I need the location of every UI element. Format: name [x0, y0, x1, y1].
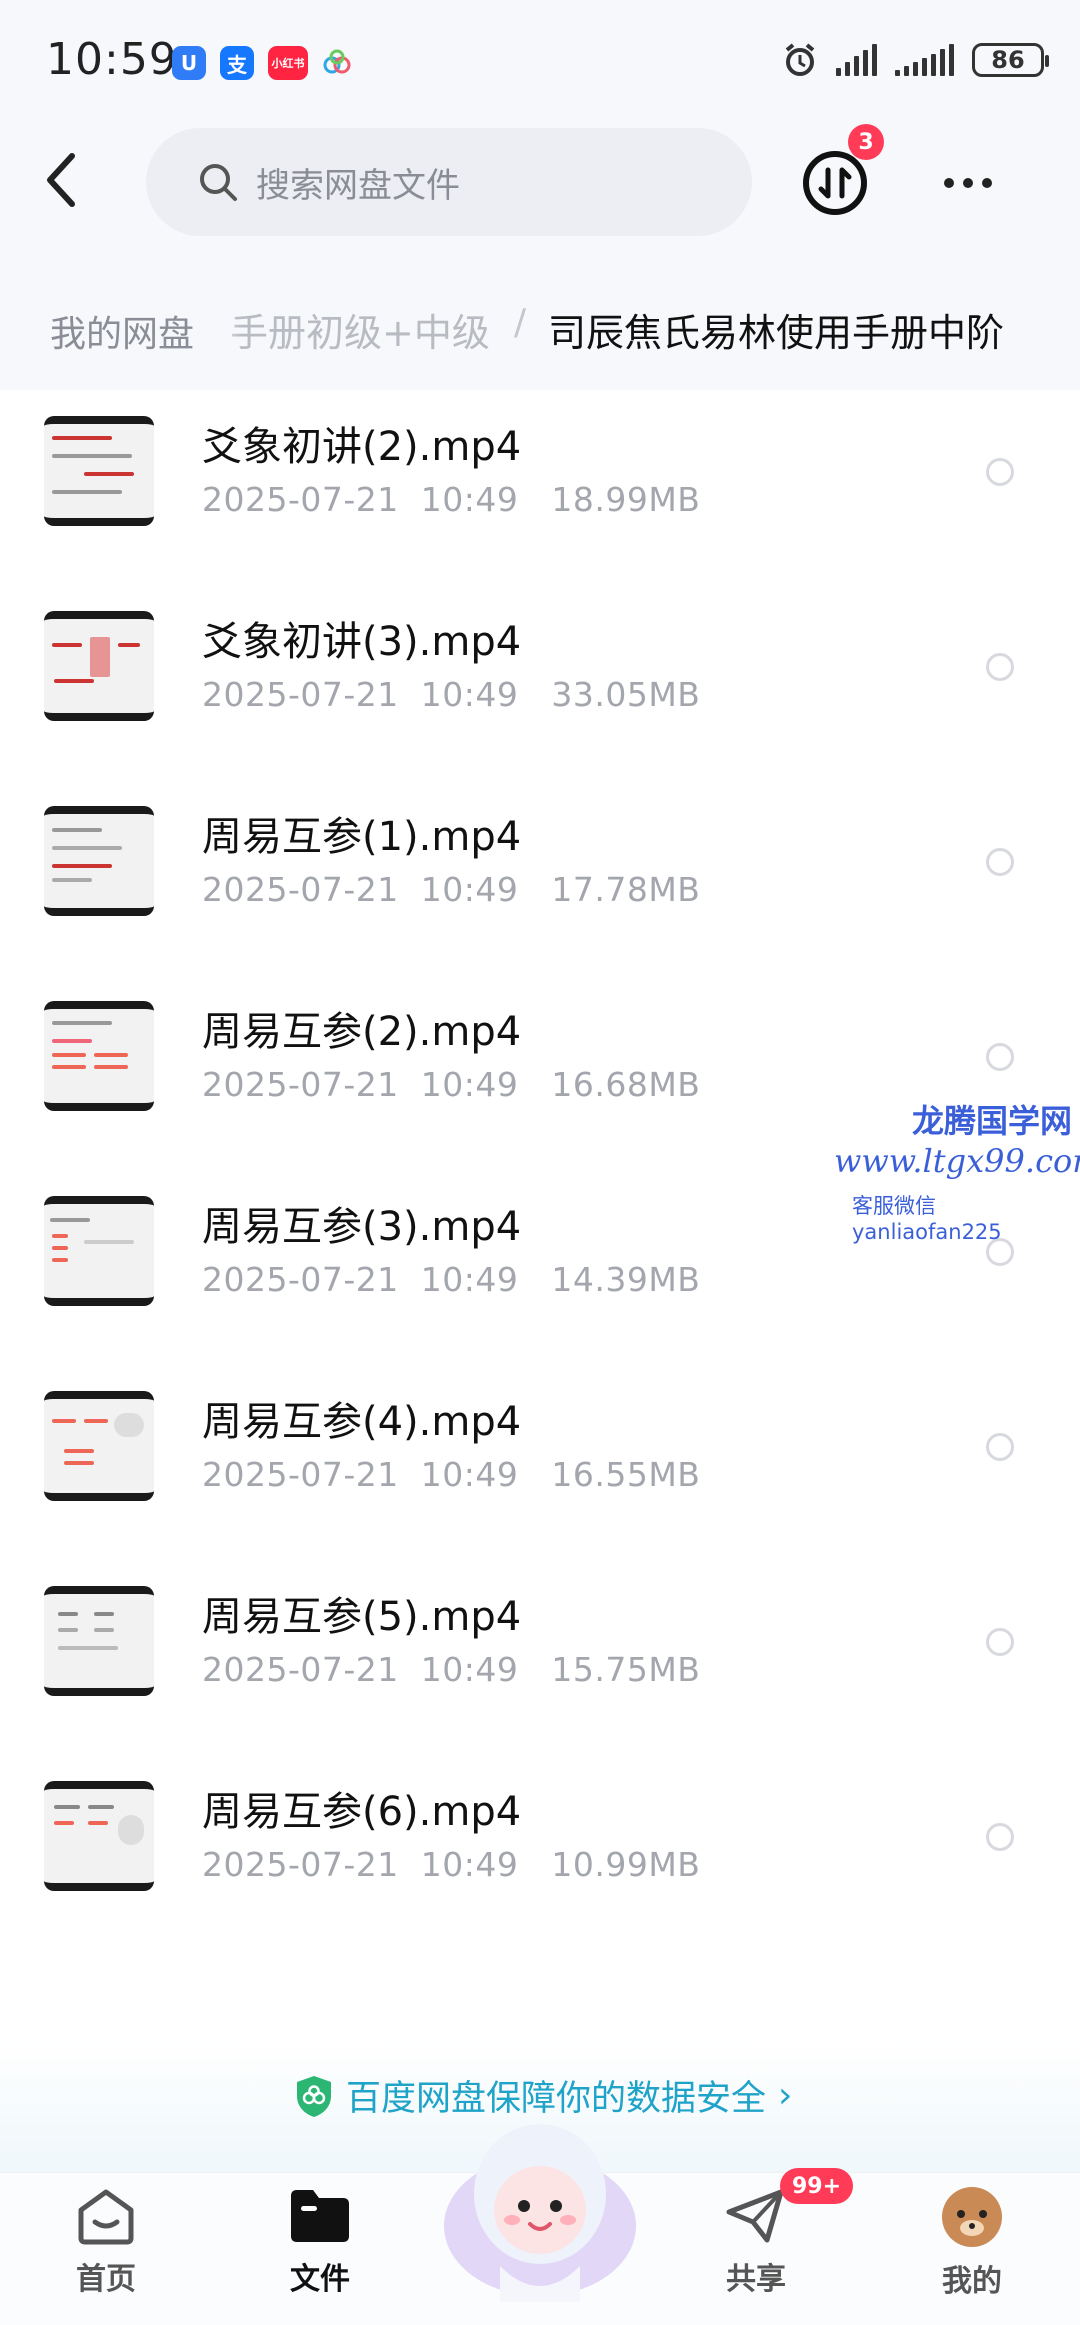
video-thumbnail [44, 416, 154, 526]
nav-home-label: 首页 [76, 2262, 136, 2297]
baidu-netdisk-status-icon [322, 48, 352, 78]
search-placeholder: 搜索网盘文件 [256, 165, 460, 206]
nav-files-label: 文件 [290, 2262, 350, 2297]
transfer-badge: 3 [848, 124, 884, 160]
nav-share-label: 共享 [726, 2262, 786, 2297]
send-icon [726, 2189, 784, 2243]
file-name: 周易互参(4).mp4 [202, 1399, 522, 1445]
signal-icon [836, 44, 877, 76]
video-thumbnail [44, 1196, 154, 1306]
file-meta: 2025-07-21 10:49 16.55MB [202, 1455, 701, 1494]
file-meta: 2025-07-21 10:49 14.39MB [202, 1260, 701, 1299]
nav-mine-label: 我的 [942, 2264, 1002, 2299]
nav-mine[interactable]: 我的 [912, 2186, 1032, 2300]
file-meta: 2025-07-21 10:49 33.05MB [202, 675, 701, 714]
watermark-contact: 客服微信 yanliaofan225 [852, 1194, 1002, 1244]
alipay-icon: 支 [220, 46, 254, 80]
file-row[interactable]: 周易互参(6).mp4 2025-07-21 10:49 10.99MB [0, 1759, 1080, 1954]
select-radio[interactable] [986, 848, 1014, 876]
home-icon [78, 2189, 134, 2245]
select-radio[interactable] [986, 653, 1014, 681]
search-bar[interactable]: 搜索网盘文件 [146, 128, 752, 236]
select-radio[interactable] [986, 1823, 1014, 1851]
file-name: 周易互参(6).mp4 [202, 1789, 522, 1835]
more-button[interactable] [944, 178, 992, 188]
file-meta: 2025-07-21 10:49 10.99MB [202, 1845, 701, 1884]
file-row[interactable]: 爻象初讲(2).mp4 2025-07-21 10:49 18.99MB [0, 394, 1080, 589]
folder-icon [291, 2190, 349, 2242]
file-name: 爻象初讲(2).mp4 [202, 424, 522, 470]
chevron-right-icon: › [778, 2075, 793, 2116]
status-time: 10:59 [46, 34, 178, 85]
signal-icon-2 [895, 44, 954, 76]
file-row[interactable]: 爻象初讲(3).mp4 2025-07-21 10:49 33.05MB [0, 589, 1080, 784]
watermark-title: 龙腾国学网 [912, 1102, 1073, 1140]
breadcrumb-middle[interactable]: 手册初级+中级 [230, 302, 490, 357]
file-meta: 2025-07-21 10:49 15.75MB [202, 1650, 701, 1689]
share-badge: 99+ [780, 2168, 854, 2204]
file-meta: 2025-07-21 10:49 16.68MB [202, 1065, 701, 1104]
search-icon [200, 164, 237, 201]
breadcrumb-current: 司辰焦氏易林使用手册中阶 [548, 311, 1005, 355]
app-notification-icon: U [172, 46, 206, 80]
avatar [942, 2187, 1002, 2247]
breadcrumb-separator: / [514, 302, 527, 343]
file-row[interactable]: 周易互参(5).mp4 2025-07-21 10:49 15.75MB [0, 1564, 1080, 1759]
shield-icon [297, 2075, 331, 2117]
video-thumbnail [44, 611, 154, 721]
file-name: 周易互参(5).mp4 [202, 1594, 522, 1640]
alarm-icon [785, 43, 815, 76]
breadcrumb-root[interactable]: 我的网盘 [22, 296, 223, 366]
file-row[interactable]: 周易互参(4).mp4 2025-07-21 10:49 16.55MB [0, 1369, 1080, 1564]
nav-files[interactable]: 文件 [260, 2186, 380, 2298]
select-radio[interactable] [986, 1628, 1014, 1656]
file-name: 周易互参(1).mp4 [202, 814, 522, 860]
file-name: 周易互参(3).mp4 [202, 1204, 522, 1250]
mascot-button[interactable] [440, 2106, 640, 2306]
video-thumbnail [44, 1391, 154, 1501]
video-thumbnail [44, 806, 154, 916]
back-button[interactable] [40, 150, 90, 210]
battery-icon: 86 [972, 43, 1049, 77]
select-radio[interactable] [986, 1433, 1014, 1461]
select-radio[interactable] [986, 1043, 1014, 1071]
file-row[interactable]: 周易互参(1).mp4 2025-07-21 10:49 17.78MB [0, 784, 1080, 979]
nav-home[interactable]: 首页 [46, 2186, 166, 2298]
video-thumbnail [44, 1001, 154, 1111]
file-meta: 2025-07-21 10:49 18.99MB [202, 480, 701, 519]
status-right: 86 [782, 42, 1049, 78]
file-meta: 2025-07-21 10:49 17.78MB [202, 870, 701, 909]
video-thumbnail [44, 1586, 154, 1696]
xiaohongshu-icon: 小红书 [268, 46, 308, 80]
mascot-icon [444, 2124, 636, 2302]
video-thumbnail [44, 1781, 154, 1891]
file-name: 爻象初讲(3).mp4 [202, 619, 522, 665]
file-name: 周易互参(2).mp4 [202, 1009, 522, 1055]
watermark-url: www.ltgx99.com [834, 1142, 1080, 1180]
select-radio[interactable] [986, 458, 1014, 486]
